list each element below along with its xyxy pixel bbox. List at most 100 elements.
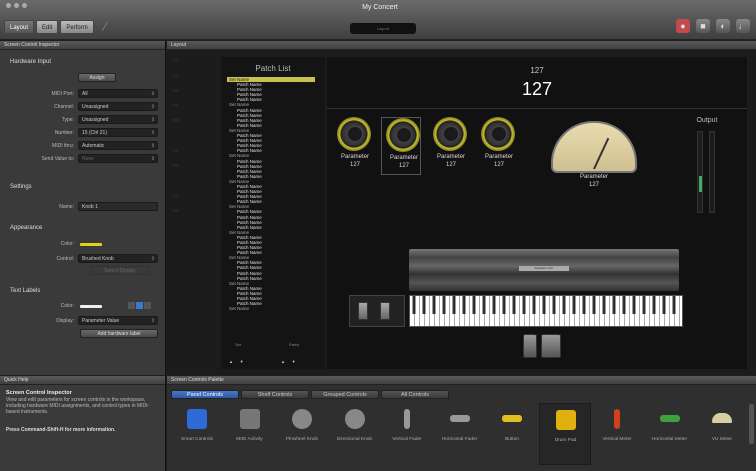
directional-knob-icon bbox=[344, 409, 365, 429]
keyboard[interactable] bbox=[409, 295, 683, 327]
select-display-button[interactable]: Select Display bbox=[90, 266, 150, 275]
button-icon bbox=[502, 415, 522, 422]
palette-item[interactable]: Smart Controls bbox=[171, 403, 224, 465]
display-select[interactable]: Parameter Value ⇕ bbox=[78, 316, 158, 325]
set-list-item[interactable]: Set Name bbox=[227, 306, 315, 311]
palette-items: Smart Controls MIDI Activity Pinwheel Knob… bbox=[171, 403, 749, 465]
output-meter-right bbox=[709, 131, 715, 213]
output-label: Output bbox=[696, 117, 718, 124]
vu-meter-value: 127 bbox=[588, 182, 599, 188]
layout-title: Layout bbox=[167, 41, 756, 50]
record-icon[interactable]: ● bbox=[676, 19, 690, 33]
horizontal-fader-icon bbox=[449, 415, 470, 422]
pitch-wheel[interactable] bbox=[358, 302, 368, 320]
quick-help-panel: Quick Help Screen Control Inspector View… bbox=[0, 376, 166, 471]
align-middle-icon[interactable]: ▭ bbox=[173, 102, 181, 109]
type-select[interactable]: Unassigned ⇕ bbox=[78, 115, 158, 124]
knob-3[interactable]: Parameter 127 bbox=[429, 117, 469, 175]
sustain-pedal[interactable] bbox=[541, 334, 561, 358]
palette-item-label: VU Meter bbox=[711, 437, 733, 442]
chevron-icon: ⇕ bbox=[150, 117, 155, 123]
patch-prev-next-buttons[interactable]: ▲ ▼ bbox=[281, 359, 296, 364]
settings-heading: Settings bbox=[10, 184, 32, 190]
tuner-icon[interactable]: ◐ bbox=[716, 19, 730, 33]
output-meter-left bbox=[697, 131, 703, 213]
perform-mode-button[interactable]: Perform bbox=[60, 20, 94, 34]
knob-4[interactable]: Parameter 127 bbox=[477, 117, 517, 175]
align-bottom-icon[interactable]: ▭ bbox=[173, 117, 181, 124]
control-row: Control: Brushed Knob ⇕ bbox=[0, 254, 166, 264]
palette-item[interactable]: Pinwheel Knob bbox=[276, 403, 329, 465]
name-field[interactable]: Knob 1 bbox=[78, 202, 158, 211]
knob-2[interactable]: Parameter 127 bbox=[381, 117, 421, 175]
software-instrument-pad[interactable]: Software Instr. bbox=[409, 249, 679, 291]
chevron-icon: ⇕ bbox=[150, 156, 155, 162]
number-select[interactable]: 15 (Ctrl 21) ⇕ bbox=[78, 128, 158, 137]
align-tool-icon[interactable]: ▭ bbox=[173, 57, 181, 64]
chevron-icon: ⇕ bbox=[150, 104, 155, 110]
set-nav-label: Set bbox=[235, 342, 242, 347]
tempo-icon[interactable]: ♩ bbox=[736, 19, 750, 33]
number-row: Number: 15 (Ctrl 21) ⇕ bbox=[0, 128, 166, 138]
patch-list[interactable]: Patch List Set Name Patch Name Patch Name P… bbox=[221, 57, 325, 369]
tab-grouped-controls[interactable]: Grouped Controls bbox=[311, 390, 379, 399]
palette-item[interactable]: Horizontal Meter bbox=[644, 403, 697, 465]
smart-controls-icon bbox=[187, 409, 207, 429]
align-top-icon[interactable]: ▭ bbox=[173, 87, 181, 94]
midi-thru-select[interactable]: Automatic ⇕ bbox=[78, 141, 158, 150]
tab-all-controls[interactable]: All Controls bbox=[381, 390, 449, 399]
palette-item[interactable]: Directional Knob bbox=[329, 403, 382, 465]
palette-item[interactable]: MIDI Activity bbox=[224, 403, 277, 465]
midi-port-select[interactable]: All ⇕ bbox=[78, 89, 158, 98]
palette-item[interactable]: Horizontal Fader bbox=[434, 403, 487, 465]
align-center-button[interactable] bbox=[136, 302, 143, 309]
appearance-color-swatch[interactable] bbox=[80, 243, 102, 246]
control-select[interactable]: Brushed Knob ⇕ bbox=[78, 254, 158, 263]
pad-label: Software Instr. bbox=[519, 266, 569, 271]
chevron-icon: ⇕ bbox=[150, 143, 155, 149]
vu-meter-name: Parameter bbox=[579, 174, 608, 180]
palette-item-label: Vertical Meter bbox=[602, 437, 632, 442]
mod-wheel[interactable] bbox=[380, 302, 390, 320]
assign-button[interactable]: Assign bbox=[78, 73, 116, 82]
vu-meter[interactable] bbox=[551, 121, 637, 173]
edit-mode-button[interactable]: Edit bbox=[36, 20, 59, 34]
magic-wand-icon[interactable]: ⁄ bbox=[104, 20, 106, 34]
distribute-tool-icon[interactable]: ▭ bbox=[173, 72, 181, 79]
stop-icon[interactable]: ■ bbox=[696, 19, 710, 33]
expression-pedal[interactable] bbox=[523, 334, 537, 358]
tab-panel-controls[interactable]: Panel Controls bbox=[171, 390, 239, 399]
label-color-swatch[interactable] bbox=[80, 305, 102, 308]
palette-scrollbar[interactable] bbox=[749, 404, 754, 444]
knob-dial-icon bbox=[481, 117, 515, 151]
palette-item-label: Horizontal Fader bbox=[441, 437, 478, 442]
zoom-window-button[interactable] bbox=[22, 3, 27, 8]
knob-1[interactable]: Parameter 127 bbox=[333, 117, 373, 175]
tab-shelf-controls[interactable]: Shelf Controls bbox=[241, 390, 309, 399]
vu-meter-icon bbox=[551, 121, 637, 173]
same-width-icon[interactable]: ▭ bbox=[173, 192, 181, 199]
align-left-button[interactable] bbox=[128, 302, 135, 309]
add-hardware-label-button[interactable]: Add hardware label bbox=[80, 329, 158, 338]
close-window-button[interactable] bbox=[6, 3, 11, 8]
palette-item[interactable]: VU Meter bbox=[696, 403, 749, 465]
set-prev-next-buttons[interactable]: ▲ ▼ bbox=[229, 359, 244, 364]
palette-item[interactable]: Vertical Meter bbox=[591, 403, 644, 465]
quick-help-text: View and edit parameters for screen cont… bbox=[6, 397, 150, 415]
send-value-select[interactable]: None ⇕ bbox=[78, 154, 158, 163]
layout-mode-button[interactable]: Layout bbox=[4, 20, 35, 34]
palette-item[interactable]: Button bbox=[486, 403, 539, 465]
app-window: My Concert Layout Layout Edit Perform ⁄ … bbox=[0, 0, 756, 471]
palette-item[interactable]: Vertical Fader bbox=[381, 403, 434, 465]
same-height-icon[interactable]: ▭ bbox=[173, 207, 181, 214]
chevron-icon: ⇕ bbox=[150, 130, 155, 136]
channel-select[interactable]: Unassigned ⇕ bbox=[78, 102, 158, 111]
palette-item[interactable]: Drum Pad bbox=[538, 403, 591, 465]
palette-item-label: Pinwheel Knob bbox=[285, 437, 318, 442]
ungroup-icon[interactable]: ▭ bbox=[173, 162, 181, 169]
palette-item-label: Drum Pad bbox=[554, 438, 577, 443]
toolbar-right: ● ■ ◐ ♩ bbox=[676, 19, 750, 33]
group-icon[interactable]: ▭ bbox=[173, 147, 181, 154]
minimize-window-button[interactable] bbox=[14, 3, 19, 8]
align-right-button[interactable] bbox=[144, 302, 151, 309]
